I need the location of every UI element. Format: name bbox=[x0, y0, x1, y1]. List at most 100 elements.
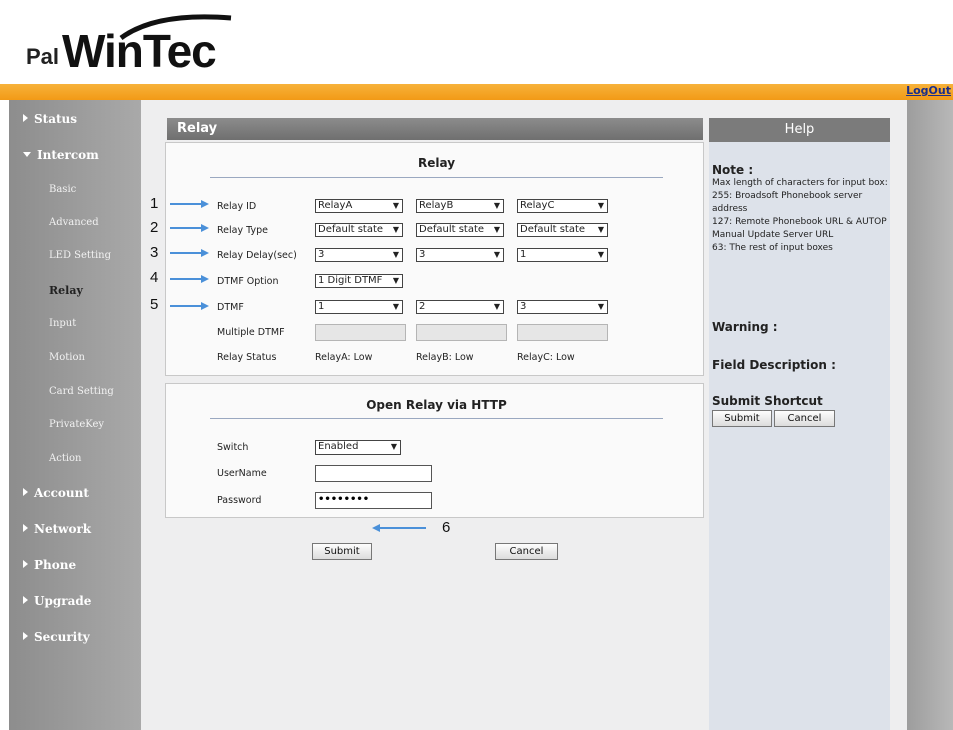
dropdown-arrow-icon: ▼ bbox=[597, 224, 604, 236]
switch-label: Switch bbox=[217, 442, 249, 453]
relay-section-title: Relay bbox=[417, 156, 456, 170]
relay-type-label: Relay Type bbox=[217, 225, 268, 236]
sidebar-item-label: Phone bbox=[34, 558, 77, 572]
logo-name: WinTec bbox=[62, 25, 217, 77]
username-input[interactable] bbox=[315, 465, 432, 482]
sidebar-item-label: LED Setting bbox=[49, 250, 111, 261]
dropdown-arrow-icon: ▼ bbox=[597, 201, 604, 210]
username-label: UserName bbox=[217, 468, 267, 479]
annotation-arrow-icon bbox=[201, 275, 209, 283]
dtmf-option-label: DTMF Option bbox=[217, 276, 279, 287]
triangle-right-icon bbox=[23, 524, 28, 532]
sidebar-item-label: Advanced bbox=[49, 217, 99, 228]
note-title: Note : bbox=[712, 163, 754, 177]
logout-link[interactable]: LogOut bbox=[906, 84, 951, 97]
sidebar-item-label: Basic bbox=[49, 184, 77, 195]
sidebar-item-upgrade[interactable]: Upgrade bbox=[9, 594, 155, 608]
multiple-dtmf-label: Multiple DTMF bbox=[217, 327, 285, 338]
annotation-number: 5 bbox=[150, 296, 159, 313]
dtmf-b-select[interactable]: 2 ▼ bbox=[416, 300, 504, 314]
shortcut-submit-button[interactable]: Submit bbox=[712, 410, 772, 427]
http-section-title: Open Relay via HTTP bbox=[366, 398, 507, 412]
dropdown-arrow-icon: ▼ bbox=[392, 224, 399, 236]
dtmf-c-select[interactable]: 3 ▼ bbox=[517, 300, 608, 314]
relay-type-a-select[interactable]: Default state ▼ bbox=[315, 223, 403, 237]
dropdown-arrow-icon: ▼ bbox=[392, 275, 399, 287]
multiple-dtmf-c-input bbox=[517, 324, 608, 341]
right-strip bbox=[907, 100, 953, 730]
password-label: Password bbox=[217, 495, 262, 506]
annotation-arrow-icon bbox=[170, 203, 202, 205]
sidebar-item-phone[interactable]: Phone bbox=[9, 558, 155, 572]
section-divider bbox=[210, 418, 663, 419]
sidebar: Status Intercom Basic Advanced LED Setti… bbox=[9, 100, 141, 730]
relay-delay-b-select[interactable]: 3 ▼ bbox=[416, 248, 504, 262]
triangle-right-icon bbox=[23, 560, 28, 568]
sidebar-item-label: Network bbox=[34, 522, 92, 536]
sidebar-item-status[interactable]: Status bbox=[9, 112, 155, 126]
dropdown-arrow-icon: ▼ bbox=[392, 250, 399, 259]
multiple-dtmf-b-input bbox=[416, 324, 507, 341]
dropdown-arrow-icon: ▼ bbox=[493, 201, 500, 210]
sidebar-item-network[interactable]: Network bbox=[9, 522, 155, 536]
relay-id-c-select[interactable]: RelayC ▼ bbox=[517, 199, 608, 213]
relay-id-b-select[interactable]: RelayB ▼ bbox=[416, 199, 504, 213]
sidebar-item-label: Account bbox=[34, 486, 89, 500]
triangle-right-icon bbox=[23, 596, 28, 604]
triangle-right-icon bbox=[23, 488, 28, 496]
password-input[interactable]: •••••••• bbox=[315, 492, 432, 509]
triangle-right-icon bbox=[23, 632, 28, 640]
submit-button[interactable]: Submit bbox=[312, 543, 372, 560]
annotation-arrow-icon bbox=[170, 305, 202, 307]
note-line: Max length of characters for input box: bbox=[712, 178, 888, 188]
triangle-right-icon bbox=[23, 114, 28, 122]
relay-type-b-select[interactable]: Default state ▼ bbox=[416, 223, 504, 237]
annotation-arrow-icon bbox=[201, 302, 209, 310]
annotation-arrow-icon bbox=[201, 224, 209, 232]
relay-b-status: RelayB: Low bbox=[416, 352, 474, 363]
dtmf-option-select[interactable]: 1 Digit DTMF ▼ bbox=[315, 274, 403, 288]
help-content: Note : Max length of characters for inpu… bbox=[712, 163, 890, 255]
dtmf-a-select[interactable]: 1 ▼ bbox=[315, 300, 403, 314]
submit-shortcut-title: Submit Shortcut bbox=[712, 394, 823, 408]
annotation-number: 4 bbox=[150, 269, 159, 286]
annotation-number: 1 bbox=[150, 195, 159, 212]
dropdown-arrow-icon: ▼ bbox=[392, 201, 399, 210]
annotation-number: 2 bbox=[150, 219, 159, 236]
triangle-down-icon bbox=[23, 152, 31, 157]
sidebar-item-intercom[interactable]: Intercom bbox=[9, 148, 155, 162]
top-bar bbox=[0, 84, 953, 100]
switch-select[interactable]: Enabled ▼ bbox=[315, 440, 401, 455]
cancel-button[interactable]: Cancel bbox=[495, 543, 558, 560]
sidebar-item-label: Input bbox=[49, 318, 77, 329]
help-title: Help bbox=[709, 118, 890, 142]
relay-id-a-select[interactable]: RelayA ▼ bbox=[315, 199, 403, 213]
dropdown-arrow-icon: ▼ bbox=[390, 442, 397, 451]
dropdown-arrow-icon: ▼ bbox=[493, 224, 500, 236]
dropdown-arrow-icon: ▼ bbox=[493, 302, 500, 311]
annotation-arrow-icon bbox=[201, 249, 209, 257]
relay-delay-c-select[interactable]: 1 ▼ bbox=[517, 248, 608, 262]
annotation-arrow-icon bbox=[379, 527, 426, 529]
annotation-arrow-icon bbox=[170, 227, 202, 229]
sidebar-item-security[interactable]: Security bbox=[9, 630, 155, 644]
annotation-arrow-icon bbox=[170, 278, 202, 280]
sidebar-item-label: PrivateKey bbox=[49, 419, 105, 430]
annotation-arrow-icon bbox=[170, 252, 202, 254]
sidebar-item-label: Relay bbox=[49, 284, 83, 297]
section-divider bbox=[210, 177, 663, 178]
relay-c-status: RelayC: Low bbox=[517, 352, 575, 363]
warning-title: Warning : bbox=[712, 320, 778, 334]
shortcut-cancel-button[interactable]: Cancel bbox=[774, 410, 835, 427]
sidebar-item-account[interactable]: Account bbox=[9, 486, 155, 500]
relay-delay-a-select[interactable]: 3 ▼ bbox=[315, 248, 403, 262]
sidebar-item-label: Card Setting bbox=[49, 386, 114, 397]
dropdown-arrow-icon: ▼ bbox=[597, 250, 604, 259]
note-line: 63: The rest of input boxes bbox=[712, 243, 833, 253]
relay-type-c-select[interactable]: Default state ▼ bbox=[517, 223, 608, 237]
dtmf-label: DTMF bbox=[217, 302, 244, 313]
sidebar-item-label: Motion bbox=[49, 352, 85, 363]
logo: Pal WinTec bbox=[26, 10, 246, 80]
sidebar-item-label: Action bbox=[49, 453, 82, 464]
relay-a-status: RelayA: Low bbox=[315, 352, 373, 363]
